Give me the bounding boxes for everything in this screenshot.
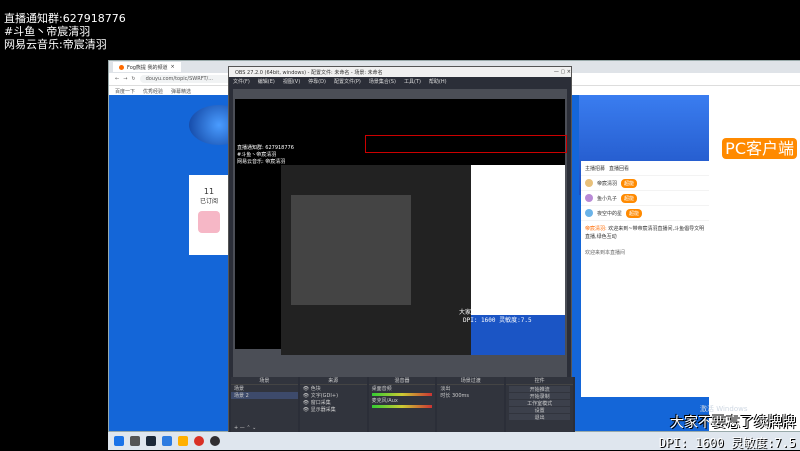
back-icon[interactable]: ← (115, 76, 119, 82)
chrome-icon[interactable] (194, 436, 204, 446)
nested-capture: 大家不要忘了续牌牌 DPI: 1600 灵敏度:7.5 (281, 165, 565, 355)
nested-caption-dpi: DPI: 1600 灵敏度:7.5 (463, 317, 532, 324)
source-item[interactable]: 👁 文字(GDI+) (300, 392, 367, 399)
tab-rank[interactable]: 主播招募 (585, 165, 605, 172)
duration-field[interactable]: 时长 300ms (437, 392, 504, 399)
mixer-track[interactable]: 麦克风/Aux (369, 397, 436, 404)
chat-footer: 欢迎来到本直播间 (585, 250, 626, 256)
sources-header: 来源 (299, 377, 367, 385)
pc-client-button[interactable]: PC客户端 (722, 135, 797, 159)
obs-titlebar: OBS 27.2.0 (64bit, windows) - 配置文件: 未命名 … (229, 67, 571, 77)
overlay-netease-music: 网易云音乐:帝宸清羽 (4, 38, 107, 51)
list-item[interactable]: 鱼小丸子 超能 (581, 191, 709, 206)
douyu-right-strip: PC客户端 (709, 95, 800, 431)
bookmark-item[interactable]: 百度一下 (115, 88, 135, 95)
controls-header: 控件 (506, 377, 573, 385)
menu-view[interactable]: 视图(V) (283, 78, 300, 85)
bookmark-item[interactable]: 弹幕精选 (171, 88, 191, 95)
rank-tabs: 主播招募 直播回看 (581, 161, 709, 176)
menu-edit[interactable]: 编辑(E) (258, 78, 275, 85)
avatar (585, 209, 593, 217)
obs-preview-canvas[interactable]: 直播通知群: 627918776 #斗鱼丶帝宸清羽 网易云音乐: 帝宸清羽 大家… (235, 99, 567, 355)
douyu-side-panel: 主播招募 直播回看 帝宸清羽 超能 鱼小丸子 超能 夜空中的星 超能 帝宸清羽:… (581, 161, 709, 397)
mixer-track[interactable]: 桌面音频 (369, 385, 436, 392)
source-item[interactable]: 👁 色块 (300, 385, 367, 392)
rank-badge: 超能 (621, 193, 638, 203)
scenes-dock: 场景 场景 场景 2 + — ⌃ ⌄ (231, 377, 298, 439)
source-item[interactable]: 👁 显示器采集 (300, 406, 367, 413)
controls-dock: 控件 开始推流 开始录制 工作室模式 设置 退出 (506, 377, 573, 439)
nested-preview (291, 195, 411, 305)
caption-dpi: DPI: 1600 灵敏度:7.5 (658, 436, 796, 450)
avatar (585, 194, 593, 202)
list-item[interactable]: 夜空中的星 超能 (581, 206, 709, 221)
rank-name: 鱼小丸子 (597, 195, 618, 202)
window-controls[interactable]: — ▢ × (554, 69, 571, 75)
obs-title: OBS 27.2.0 (64bit, windows) - 配置文件: 未命名 … (235, 69, 383, 76)
follow-count: 11 (203, 187, 215, 196)
canvas-overlay-text: 直播通知群: 627918776 #斗鱼丶帝宸清羽 网易云音乐: 帝宸清羽 (237, 145, 294, 165)
nested-douyu (471, 165, 565, 315)
browser-tab[interactable]: Fog熊提 我的频道 × (113, 62, 181, 72)
douyu-favicon-icon (119, 64, 124, 70)
start-record-button[interactable]: 开始录制 (509, 393, 570, 400)
caption-main: 大家不要忘了续牌牌 (670, 415, 796, 431)
follow-label: 已订阅 (199, 198, 218, 205)
peppa-avatar (198, 211, 220, 233)
search-icon[interactable] (130, 436, 140, 446)
scenes-header: 场景 (231, 377, 298, 385)
steam-icon[interactable] (146, 436, 156, 446)
follow-card[interactable]: 11 已订阅 (189, 175, 229, 255)
url-input[interactable]: douyu.com/topic/SWRFT/... (139, 75, 242, 83)
rank-badge: 超能 (621, 178, 638, 188)
source-item[interactable]: 👁 窗口采集 (300, 399, 367, 406)
avatar (585, 179, 593, 187)
rank-name: 帝宸清羽 (597, 180, 618, 187)
obs-window: OBS 27.2.0 (64bit, windows) - 配置文件: 未命名 … (228, 66, 575, 440)
close-icon[interactable]: × (171, 64, 175, 70)
forward-icon[interactable]: → (123, 76, 127, 82)
start-stream-button[interactable]: 开始推流 (509, 386, 570, 393)
obs-menubar: 文件(F) 编辑(E) 视图(V) 停靠(D) 配置文件(P) 场景集合(S) … (229, 77, 571, 86)
obs-icon[interactable] (210, 436, 220, 446)
mixer-dock: 混音器 桌面音频 麦克风/Aux (368, 377, 436, 439)
chat-user: 帝宸清羽 (585, 226, 606, 232)
transitions-dock: 场景过渡 淡出 时长 300ms (437, 377, 505, 439)
menu-file[interactable]: 文件(F) (233, 78, 250, 85)
menu-dock[interactable]: 停靠(D) (308, 78, 326, 85)
nested-obs (281, 165, 471, 355)
scene-item[interactable]: 场景 2 (231, 392, 298, 399)
browser-tab-title: Fog熊提 我的频道 (127, 64, 168, 71)
mixer-header: 混音器 (368, 377, 436, 385)
scene-item[interactable]: 场景 (231, 385, 298, 392)
volume-meter (371, 393, 433, 396)
bookmark-item[interactable]: 优秀经验 (143, 88, 163, 95)
transitions-header: 场景过渡 (437, 377, 505, 385)
add-scene-button[interactable]: + — ⌃ ⌄ (234, 425, 256, 431)
menu-profile[interactable]: 配置文件(P) (334, 78, 361, 85)
sources-dock: 来源 👁 色块 👁 文字(GDI+) 👁 窗口采集 👁 显示器采集 (299, 377, 367, 439)
menu-help[interactable]: 帮助(H) (429, 78, 447, 85)
chat-message: 帝宸清羽: 欢迎来到~带帝宸清羽直播间,斗鱼倡导文明直播,绿色互动 (585, 226, 705, 240)
folder-icon[interactable] (178, 436, 188, 446)
rank-name: 夜空中的星 (597, 210, 623, 217)
list-item[interactable]: 帝宸清羽 超能 (581, 176, 709, 191)
overlay-qq-group: 直播通知群:627918776 (4, 12, 126, 25)
volume-meter (371, 405, 433, 408)
rank-badge: 超能 (626, 208, 643, 218)
menu-tools[interactable]: 工具(T) (404, 78, 421, 85)
app-icon[interactable] (162, 436, 172, 446)
activate-windows-watermark: 激活 Windows (700, 405, 748, 413)
overlay-douyu-id: #斗鱼丶帝宸清羽 (4, 25, 91, 38)
tab-replay[interactable]: 直播回看 (609, 165, 629, 172)
windows-start-icon[interactable] (114, 436, 124, 446)
studio-mode-button[interactable]: 工作室模式 (509, 400, 570, 407)
menu-scene-collection[interactable]: 场景集合(S) (369, 78, 396, 85)
obs-docks: 场景 场景 场景 2 + — ⌃ ⌄ 来源 👁 色块 👁 文字(GDI+) 👁 … (229, 377, 575, 439)
reload-icon[interactable]: ↻ (131, 76, 135, 82)
selection-box[interactable] (365, 135, 567, 153)
settings-button[interactable]: 设置 (509, 407, 570, 414)
exit-button[interactable]: 退出 (509, 414, 570, 421)
transition-select[interactable]: 淡出 (437, 385, 504, 392)
